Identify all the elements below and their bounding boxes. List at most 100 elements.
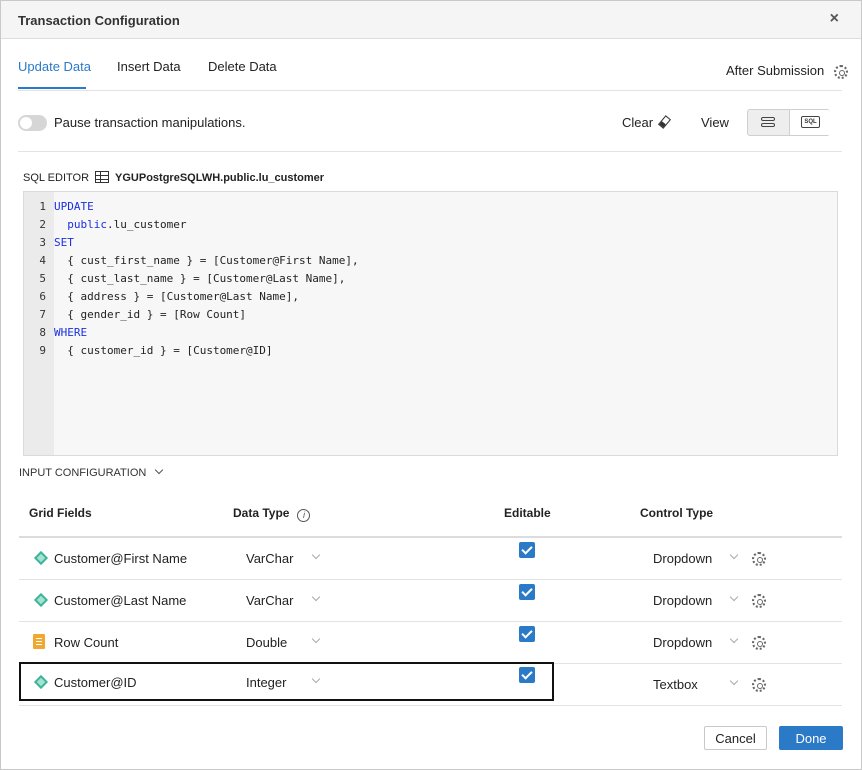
data-type-value: VarChar	[246, 593, 294, 608]
line-number: 8	[39, 326, 46, 339]
tab-update-data[interactable]: Update Data	[18, 59, 91, 74]
code-line: 8 WHERE	[24, 324, 824, 342]
view-mode-switch: SQL	[747, 109, 830, 136]
column-header-editable: Editable	[504, 506, 551, 520]
control-type-select[interactable]: Textbox	[653, 676, 743, 692]
control-type-value: Dropdown	[653, 593, 713, 608]
code-line: 1 UPDATE	[24, 198, 824, 216]
code-text: { address } = [Customer@Last Name],	[54, 290, 300, 303]
attribute-icon	[33, 674, 49, 690]
attribute-icon	[33, 592, 49, 608]
metric-icon	[33, 634, 45, 649]
dialog-title-bar: Transaction Configuration ×	[1, 1, 861, 39]
chevron-down-icon	[729, 592, 739, 602]
data-type-value: VarChar	[246, 551, 294, 566]
input-configuration-toggle[interactable]: INPUT CONFIGURATION	[19, 465, 164, 479]
gear-icon[interactable]	[752, 552, 766, 566]
visual-view-icon	[761, 117, 775, 127]
grid-field-name: Row Count	[54, 635, 119, 650]
code-text: { cust_last_name } = [Customer@Last Name…	[54, 272, 346, 285]
chevron-down-icon	[311, 592, 321, 602]
input-configuration-label: INPUT CONFIGURATION	[19, 467, 147, 479]
active-tab-indicator	[18, 87, 86, 89]
control-type-value: Dropdown	[653, 551, 713, 566]
editable-checkbox[interactable]	[519, 542, 535, 558]
data-type-value: Double	[246, 635, 288, 650]
transaction-configuration-dialog: Transaction Configuration × Update Data …	[0, 0, 862, 770]
data-type-select[interactable]: Double	[246, 634, 331, 650]
code-text: WHERE	[54, 326, 88, 339]
column-header-grid-fields: Grid Fields	[29, 506, 92, 520]
sql-view-button[interactable]: SQL	[789, 110, 830, 135]
sql-editor-header: SQL EDITOR YGUPostgreSQLWH.public.lu_cust…	[23, 171, 324, 184]
editable-checkbox[interactable]	[519, 667, 535, 683]
dialog-title: Transaction Configuration	[18, 13, 180, 28]
code-line: 7 { gender_id } = [Row Count]	[24, 306, 824, 324]
data-type-select[interactable]: Integer	[246, 674, 331, 690]
line-number: 4	[39, 254, 46, 267]
gear-icon[interactable]	[752, 594, 766, 608]
pause-toggle-label: Pause transaction manipulations.	[54, 115, 246, 130]
sql-editor-label: SQL EDITOR	[23, 172, 90, 184]
tab-delete-data[interactable]: Delete Data	[208, 59, 277, 74]
chevron-down-icon	[729, 550, 739, 560]
code-line: 9 { customer_id } = [Customer@ID]	[24, 342, 824, 360]
table-row: Row Count Double Dropdown	[19, 622, 842, 664]
line-number: 1	[39, 200, 46, 213]
sql-editor[interactable]: 1 UPDATE 2 public.lu_customer 3 SET 4 { cust_…	[23, 191, 838, 456]
code-text: UPDATE	[54, 200, 94, 213]
code-line: 3 SET	[24, 234, 824, 252]
control-type-select[interactable]: Dropdown	[653, 634, 743, 650]
attribute-icon	[33, 550, 49, 566]
done-button[interactable]: Done	[779, 726, 843, 750]
control-type-value: Textbox	[653, 677, 698, 692]
cancel-button[interactable]: Cancel	[704, 726, 767, 750]
data-type-value: Integer	[246, 675, 287, 690]
code-text: SET	[54, 236, 74, 249]
after-submission-label: After Submission	[726, 63, 825, 78]
line-number: 7	[39, 308, 46, 321]
chevron-down-icon	[729, 676, 739, 686]
section-divider	[18, 151, 842, 152]
gear-icon[interactable]	[833, 64, 848, 79]
data-type-header-label: Data Type	[233, 506, 290, 520]
line-number: 9	[39, 344, 46, 357]
sql-view-icon: SQL	[801, 116, 820, 128]
column-header-data-type: Data Type i	[233, 506, 311, 522]
chevron-down-icon	[311, 674, 321, 684]
line-number: 5	[39, 272, 46, 285]
column-header-control-type: Control Type	[640, 506, 714, 520]
tab-insert-data[interactable]: Insert Data	[117, 59, 181, 74]
gear-icon[interactable]	[752, 636, 766, 650]
code-line: 4 { cust_first_name } = [Customer@First …	[24, 252, 824, 270]
editable-checkbox[interactable]	[519, 626, 535, 642]
table-row: Customer@Last Name VarChar Dropdown	[19, 580, 842, 622]
data-type-select[interactable]: VarChar	[246, 592, 331, 608]
code-text: { customer_id } = [Customer@ID]	[54, 344, 273, 357]
control-type-select[interactable]: Dropdown	[653, 592, 743, 608]
after-submission-button[interactable]: After Submission	[726, 63, 848, 79]
info-icon[interactable]: i	[297, 509, 311, 522]
code-line: 2 public.lu_customer	[24, 216, 824, 234]
view-label: View	[701, 115, 729, 130]
chevron-down-icon	[155, 465, 164, 475]
grid-field-name: Customer@First Name	[54, 551, 188, 566]
control-type-select[interactable]: Dropdown	[653, 550, 743, 566]
grid-field-name: Customer@Last Name	[54, 593, 187, 608]
code-text: { gender_id } = [Row Count]	[54, 308, 247, 321]
eraser-icon	[658, 115, 672, 129]
pause-toggle[interactable]	[18, 115, 47, 131]
close-icon[interactable]: ×	[830, 10, 839, 28]
gear-icon[interactable]	[752, 678, 766, 692]
editable-checkbox[interactable]	[519, 584, 535, 600]
visual-view-button[interactable]	[748, 110, 789, 135]
selected-row-highlight[interactable]: Customer@ID Integer	[19, 662, 554, 701]
table-row: Customer@First Name VarChar Dropdown	[19, 538, 842, 580]
toggle-knob	[20, 117, 32, 129]
control-type-value: Dropdown	[653, 635, 713, 650]
data-type-select[interactable]: VarChar	[246, 550, 331, 566]
line-number: 6	[39, 290, 46, 303]
clear-button[interactable]: Clear	[622, 115, 672, 130]
line-number: 3	[39, 236, 46, 249]
code-text: { cust_first_name } = [Customer@First Na…	[54, 254, 359, 267]
